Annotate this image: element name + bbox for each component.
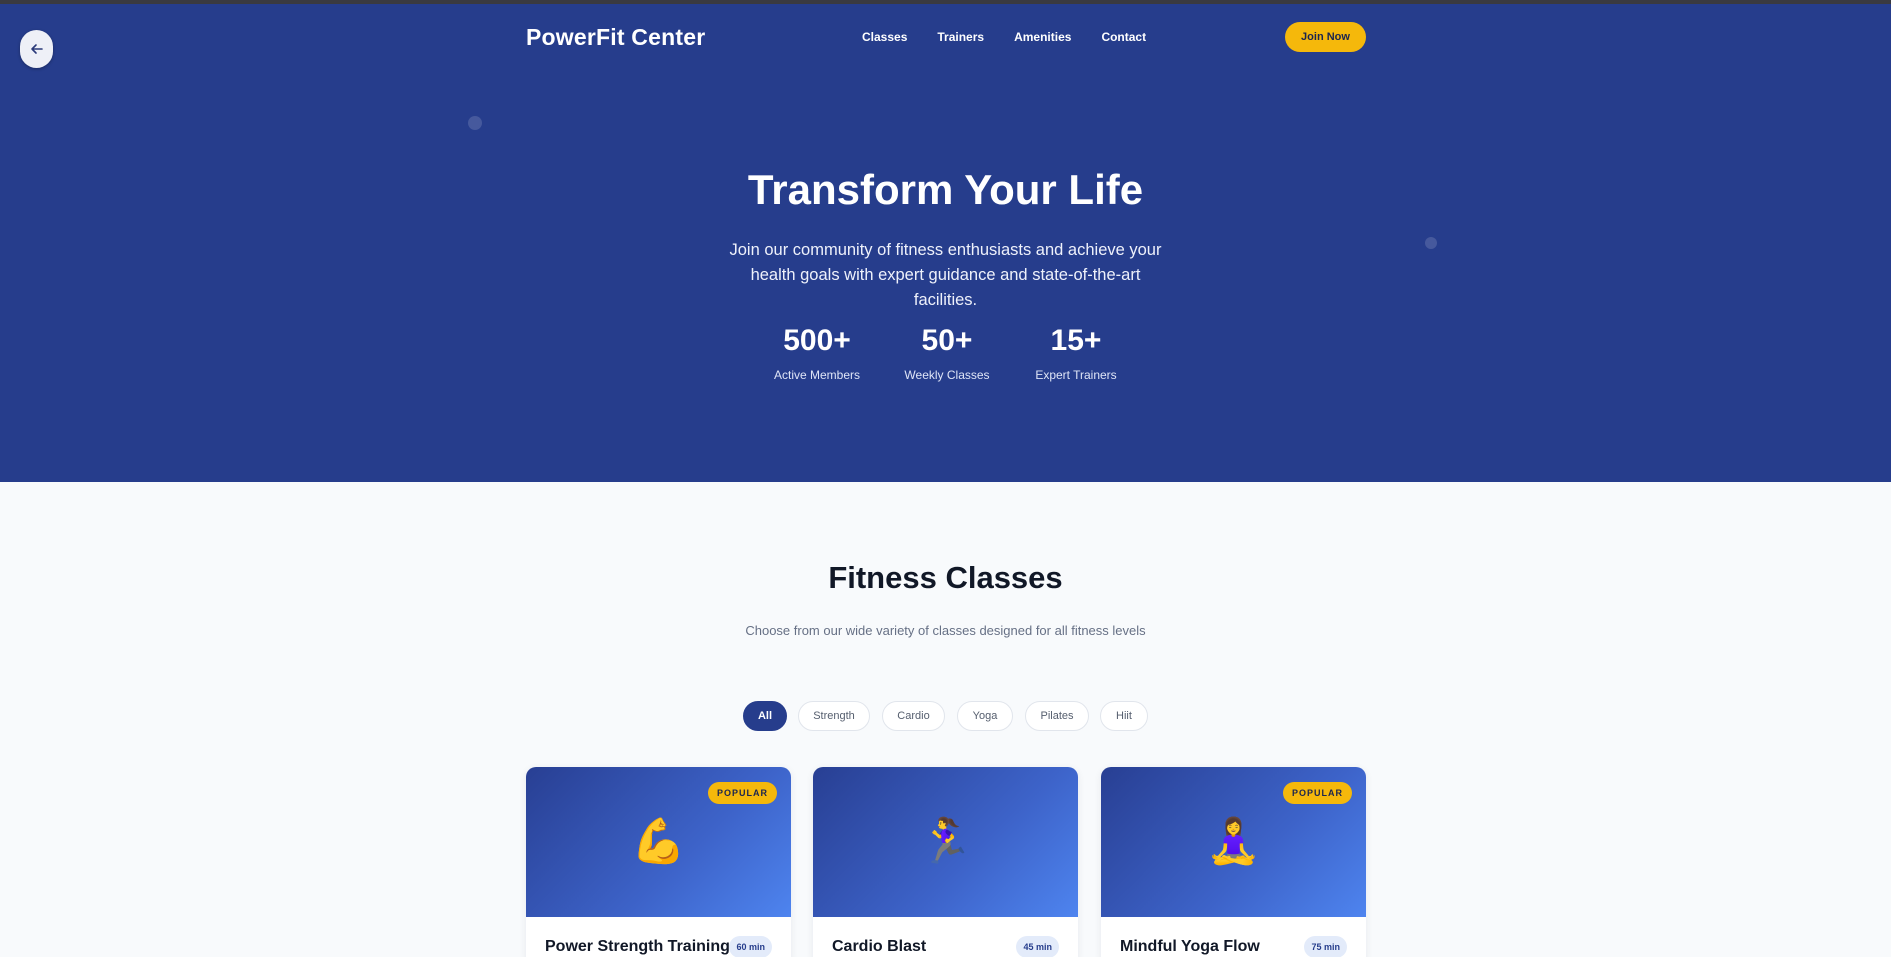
nav-link-classes[interactable]: Classes — [862, 30, 907, 44]
hero-title: Transform Your Life — [747, 166, 1144, 213]
classes-section-subtitle: Choose from our wide variety of classes … — [745, 623, 1146, 638]
class-card-title: Mindful Yoga Flow — [1120, 938, 1260, 955]
duration-badge: 45 min — [1016, 936, 1059, 957]
nav-link-trainers[interactable]: Trainers — [937, 30, 984, 44]
filter-all[interactable]: All — [743, 701, 787, 731]
filter-pilates[interactable]: Pilates — [1025, 701, 1089, 731]
class-card-mindful-yoga[interactable]: 🧘‍♀️ POPULAR Mindful Yoga Flow 75 min — [1101, 767, 1366, 957]
class-card-power-strength[interactable]: 💪 POPULAR Power Strength Training 60 min — [526, 767, 791, 957]
filter-hiit[interactable]: Hiit — [1100, 701, 1148, 731]
flexed-biceps-icon: 💪 — [631, 817, 686, 866]
class-card-title: Cardio Blast — [832, 938, 927, 955]
hero-subtitle: Join our community of fitness enthusiast… — [729, 241, 1162, 309]
class-card-image: 🧘‍♀️ POPULAR — [1101, 767, 1366, 917]
brand-logo[interactable]: PowerFit Center — [526, 24, 705, 51]
meditating-woman-icon: 🧘‍♀️ — [1206, 817, 1261, 866]
classes-section-title: Fitness Classes — [828, 560, 1063, 595]
duration-badge: 75 min — [1304, 936, 1347, 957]
class-card-cardio-blast[interactable]: 🏃‍♀️ Cardio Blast 45 min — [813, 767, 1078, 957]
duration-badge: 60 min — [729, 936, 772, 957]
stat-expert-trainers: 15+ Expert Trainers — [1016, 324, 1136, 382]
filter-strength[interactable]: Strength — [798, 701, 870, 731]
stat-weekly-classes: 50+ Weekly Classes — [887, 324, 1007, 382]
stats-row: 500+ Active Members 50+ Weekly Classes 1… — [0, 324, 1891, 394]
decorative-dot — [468, 116, 482, 130]
class-card-image: 💪 POPULAR — [526, 767, 791, 917]
nav-link-amenities[interactable]: Amenities — [1014, 30, 1071, 44]
class-card-title: Power Strength Training — [545, 938, 730, 955]
arrow-left-icon — [30, 44, 43, 54]
nav-link-contact[interactable]: Contact — [1101, 30, 1146, 44]
popular-badge: POPULAR — [707, 782, 777, 804]
popular-badge: POPULAR — [1282, 782, 1352, 804]
stat-label: Expert Trainers — [1035, 368, 1117, 382]
stat-value: 15+ — [1050, 324, 1102, 357]
main-nav: Classes Trainers Amenities Contact — [862, 30, 1176, 44]
back-button[interactable] — [20, 30, 53, 68]
join-now-button[interactable]: Join Now — [1285, 22, 1366, 52]
class-card-image: 🏃‍♀️ — [813, 767, 1078, 917]
filter-yoga[interactable]: Yoga — [957, 701, 1013, 731]
stat-label: Weekly Classes — [904, 368, 990, 382]
hero-section: PowerFit Center Classes Trainers Ameniti… — [0, 4, 1891, 482]
decorative-dot — [1425, 237, 1437, 249]
running-woman-icon: 🏃‍♀️ — [918, 817, 973, 866]
stat-value: 50+ — [921, 324, 973, 357]
filter-cardio[interactable]: Cardio — [882, 701, 945, 731]
stat-active-members: 500+ Active Members — [757, 324, 877, 382]
stat-label: Active Members — [773, 368, 861, 382]
stat-value: 500+ — [783, 324, 851, 357]
